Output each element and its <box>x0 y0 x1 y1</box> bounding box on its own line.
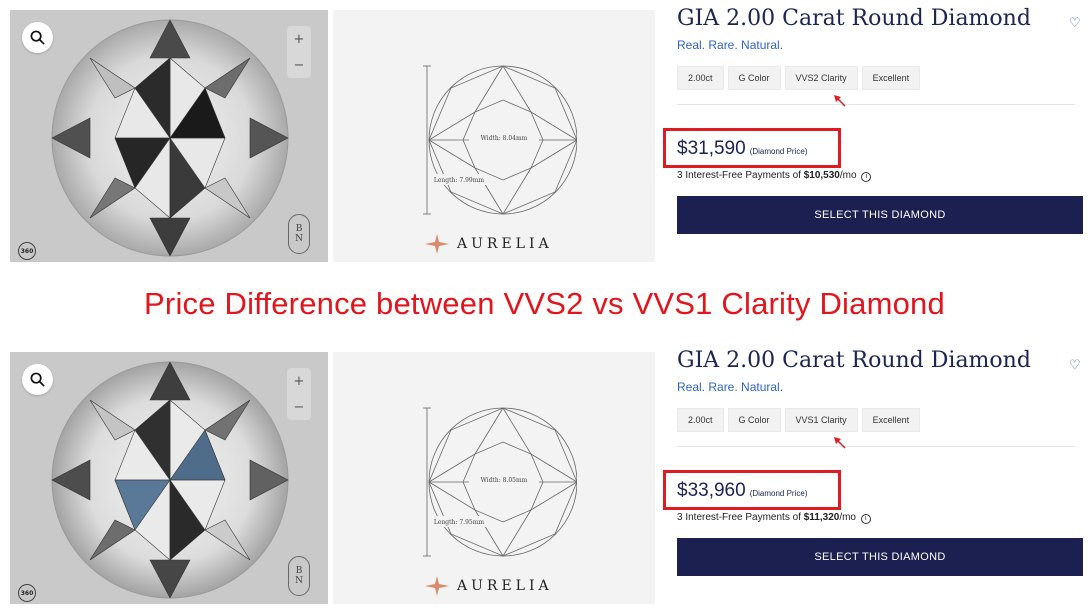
diamond-diagram: Width: 8.04mm Length: 7.99mm <box>423 65 577 215</box>
aurelia-star-icon <box>425 576 449 596</box>
divider <box>677 446 1075 447</box>
diamond-info: GIA 2.00 Carat Round Diamond ♡ Real. Rar… <box>663 348 1085 576</box>
zoom-control: + − <box>287 368 311 420</box>
price-value: $33,960 <box>677 480 746 501</box>
chip-color: G Color <box>727 66 781 90</box>
payments-suffix: /mo <box>839 512 856 523</box>
chip-cut: Excellent <box>861 408 921 432</box>
logo-letter: B <box>295 223 303 234</box>
arrow-icon <box>834 437 846 449</box>
width-label: Width: 8.05mm <box>481 477 528 484</box>
divider <box>677 104 1075 105</box>
diamond-info: GIA 2.00 Carat Round Diamond ♡ Real. Rar… <box>663 6 1085 234</box>
search-icon <box>30 372 45 387</box>
heart-icon[interactable]: ♡ <box>1069 358 1081 373</box>
chip-carat: 2.00ct <box>677 66 724 90</box>
arrow-icon <box>834 95 846 107</box>
price-note: (Diamond Price) <box>749 489 808 498</box>
view-360-icon[interactable]: 360 <box>18 242 36 260</box>
price-value: $31,590 <box>677 138 746 159</box>
zoom-in-button[interactable]: + <box>294 375 305 388</box>
brand-name: AURELIA <box>457 578 553 594</box>
product-subtitle: Real. Rare. Natural. <box>677 38 784 52</box>
diamond-photo <box>51 19 289 257</box>
diamond-diagram-panel: Width: 8.05mm Length: 7.95mm AURELIA <box>333 352 655 604</box>
diamond-listing-vvs1: + − 360 B N Width: 8.05mm Length: 7.95mm… <box>0 348 1089 604</box>
bn-logo: B N <box>288 214 310 254</box>
chip-carat: 2.00ct <box>677 408 724 432</box>
select-diamond-button[interactable]: SELECT THIS DIAMOND <box>677 538 1083 576</box>
brand-logo: AURELIA <box>425 576 553 596</box>
chip-clarity: VVS2 Clarity <box>784 66 858 90</box>
length-label: Length: 7.95mm <box>434 519 484 526</box>
price: $31,590 (Diamond Price) <box>677 138 807 160</box>
price-note: (Diamond Price) <box>749 147 808 156</box>
zoom-out-button[interactable]: − <box>294 59 305 72</box>
zoom-search-button[interactable] <box>22 22 53 53</box>
diamond-photo-viewer[interactable]: + − 360 B N <box>10 10 328 262</box>
payments-prefix: 3 Interest-Free Payments of <box>677 170 804 181</box>
zoom-search-button[interactable] <box>22 364 53 395</box>
brand-logo: AURELIA <box>425 234 553 254</box>
chip-color: G Color <box>727 408 781 432</box>
logo-letter: B <box>295 565 303 576</box>
search-icon <box>30 30 45 45</box>
diamond-photo-viewer[interactable]: + − 360 B N <box>10 352 328 604</box>
comparison-page: + − 360 B N Width: 8.04mm Length: 7.99mm… <box>0 0 1089 610</box>
diamond-diagram-panel: Width: 8.04mm Length: 7.99mm AURELIA <box>333 10 655 262</box>
comparison-heading: Price Difference between VVS2 vs VVS1 Cl… <box>144 286 945 321</box>
product-subtitle: Real. Rare. Natural. <box>677 380 784 394</box>
product-title: GIA 2.00 Carat Round Diamond <box>677 6 1031 31</box>
payments-amount: $11,320 <box>803 512 840 523</box>
payment-plan: 3 Interest-Free Payments of $11,320/mo i <box>677 512 871 524</box>
logo-letter: N <box>295 234 303 244</box>
diamond-photo <box>51 361 289 599</box>
payments-amount: $10,530 <box>803 170 840 181</box>
heart-icon[interactable]: ♡ <box>1069 16 1081 31</box>
zoom-out-button[interactable]: − <box>294 401 305 414</box>
width-label: Width: 8.04mm <box>481 135 528 142</box>
info-icon[interactable]: i <box>861 172 872 182</box>
price: $33,960 (Diamond Price) <box>677 480 807 502</box>
brand-name: AURELIA <box>457 236 553 252</box>
length-label: Length: 7.99mm <box>434 177 484 184</box>
diamond-listing-vvs2: + − 360 B N Width: 8.04mm Length: 7.99mm… <box>0 6 1089 262</box>
payments-prefix: 3 Interest-Free Payments of <box>677 512 804 523</box>
info-icon[interactable]: i <box>860 514 871 524</box>
spec-chips: 2.00ct G Color VVS1 Clarity Excellent <box>677 408 1085 432</box>
logo-letter: N <box>295 576 303 586</box>
zoom-control: + − <box>287 26 311 78</box>
view-360-icon[interactable]: 360 <box>18 584 36 602</box>
payment-plan: 3 Interest-Free Payments of $10,530/mo i <box>677 170 872 182</box>
zoom-in-button[interactable]: + <box>294 33 305 46</box>
spec-chips: 2.00ct G Color VVS2 Clarity Excellent <box>677 66 1085 90</box>
chip-clarity: VVS1 Clarity <box>784 408 858 432</box>
bn-logo: B N <box>288 556 310 596</box>
aurelia-star-icon <box>425 234 449 254</box>
payments-suffix: /mo <box>839 170 857 181</box>
product-title: GIA 2.00 Carat Round Diamond <box>677 348 1031 373</box>
chip-cut: Excellent <box>861 66 921 90</box>
diamond-diagram: Width: 8.05mm Length: 7.95mm <box>423 407 577 557</box>
select-diamond-button[interactable]: SELECT THIS DIAMOND <box>677 196 1083 234</box>
